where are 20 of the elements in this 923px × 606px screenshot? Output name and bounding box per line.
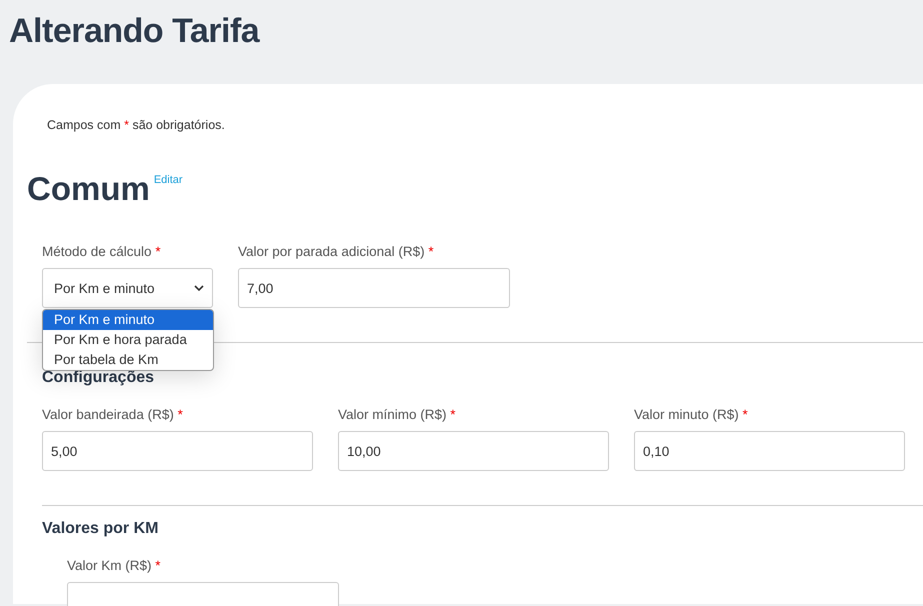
dropdown-option[interactable]: Por Km e hora parada <box>43 330 213 350</box>
input-field[interactable]: 5,00 <box>42 431 313 471</box>
dropdown-option[interactable]: Por tabela de Km <box>43 350 213 370</box>
required-note: Campos com * são obrigatórios. <box>47 118 226 132</box>
field-label: Valor Km (R$) * <box>67 558 162 573</box>
field-label: Valor bandeirada (R$) * <box>42 407 184 422</box>
field-label: Valor por parada adicional (R$) * <box>238 244 435 259</box>
page-title: Alterando Tarifa <box>8 11 261 52</box>
field-label: Valor mínimo (R$) * <box>338 407 457 422</box>
input-field[interactable]: 10,00 <box>338 431 609 471</box>
field-label: Método de cálculo * <box>42 244 162 259</box>
section-title: Configurações <box>42 369 154 387</box>
select-field[interactable]: Por Km e minuto <box>42 268 213 308</box>
dropdown-option[interactable]: Por Km e minuto <box>43 310 213 330</box>
section-title: Comum <box>27 170 150 208</box>
input-field[interactable]: 0,10 <box>634 431 905 471</box>
input-field[interactable]: 7,00 <box>238 268 510 308</box>
chevron-down-icon <box>194 285 204 291</box>
section-title: Valores por KM <box>42 520 158 538</box>
field-label: Valor minuto (R$) * <box>634 407 749 422</box>
